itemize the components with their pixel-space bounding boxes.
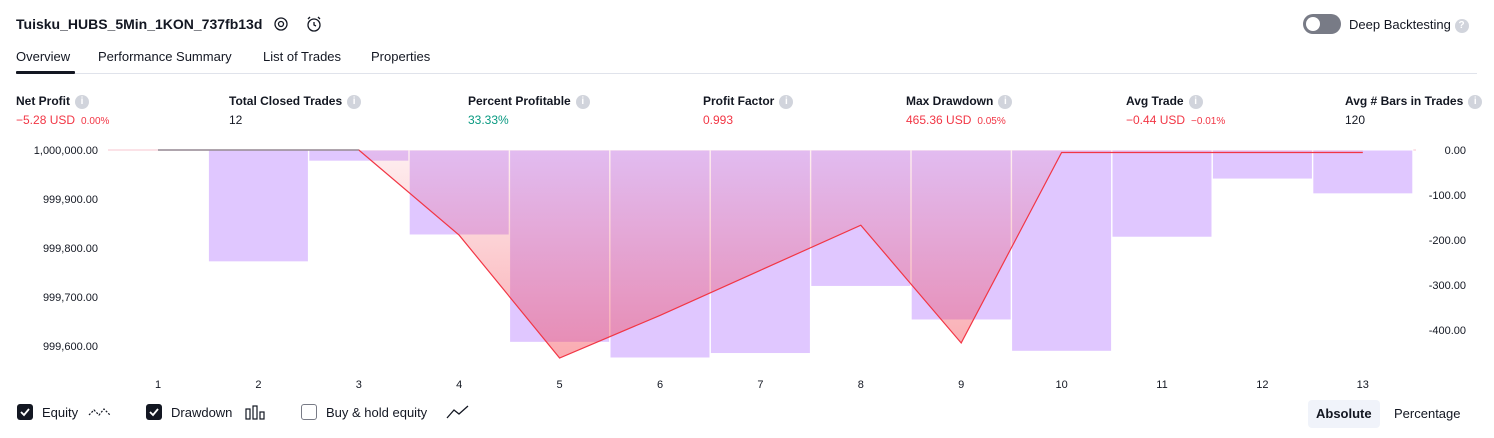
percentage-toggle-button[interactable]: Percentage	[1386, 400, 1469, 428]
drawdown-bars-icon	[245, 404, 267, 425]
x-axis-tick: 7	[757, 379, 763, 391]
x-axis-tick: 5	[557, 379, 563, 391]
right-axis-tick: -300.00	[1429, 280, 1466, 292]
equity-line-icon	[88, 404, 112, 425]
x-axis-tick: 12	[1256, 379, 1268, 391]
x-axis-tick: 1	[155, 379, 161, 391]
x-axis-tick: 4	[456, 379, 462, 391]
x-axis-tick: 2	[255, 379, 261, 391]
absolute-toggle-button[interactable]: Absolute	[1308, 400, 1380, 428]
right-axis-tick: -400.00	[1429, 325, 1466, 337]
equity-drawdown-chart: 1,000,000.00 999,900.00 999,800.00 999,700.…	[34, 145, 1466, 391]
drawdown-bar	[207, 149, 309, 263]
x-axis-tick: 11	[1156, 379, 1167, 391]
right-axis-tick: -100.00	[1429, 190, 1466, 202]
left-axis-tick: 999,600.00	[43, 341, 98, 353]
equity-checkbox[interactable]	[17, 404, 33, 420]
buy-hold-checkbox[interactable]	[301, 404, 317, 420]
x-axis-tick: 13	[1357, 379, 1369, 391]
left-axis-tick: 999,900.00	[43, 194, 98, 206]
x-axis-tick: 8	[858, 379, 864, 391]
drawdown-bar	[1111, 149, 1213, 238]
left-axis-tick: 1,000,000.00	[34, 145, 98, 157]
right-axis-tick: 0.00	[1445, 145, 1466, 157]
buy-hold-line-icon	[446, 404, 470, 425]
x-axis-tick: 3	[356, 379, 362, 391]
drawdown-bar	[1312, 149, 1414, 195]
equity-label: Equity	[42, 405, 79, 420]
left-axis-tick: 999,700.00	[43, 292, 98, 304]
buy-hold-label: Buy & hold equity	[326, 405, 428, 420]
left-axis-tick: 999,800.00	[43, 243, 98, 255]
right-axis-tick: -200.00	[1429, 235, 1466, 247]
x-axis-tick: 10	[1055, 379, 1067, 391]
drawdown-checkbox[interactable]	[146, 404, 162, 420]
x-axis-tick: 6	[657, 379, 663, 391]
drawdown-label: Drawdown	[171, 405, 233, 420]
drawdown-bar	[1211, 149, 1313, 180]
x-axis-tick: 9	[958, 379, 964, 391]
